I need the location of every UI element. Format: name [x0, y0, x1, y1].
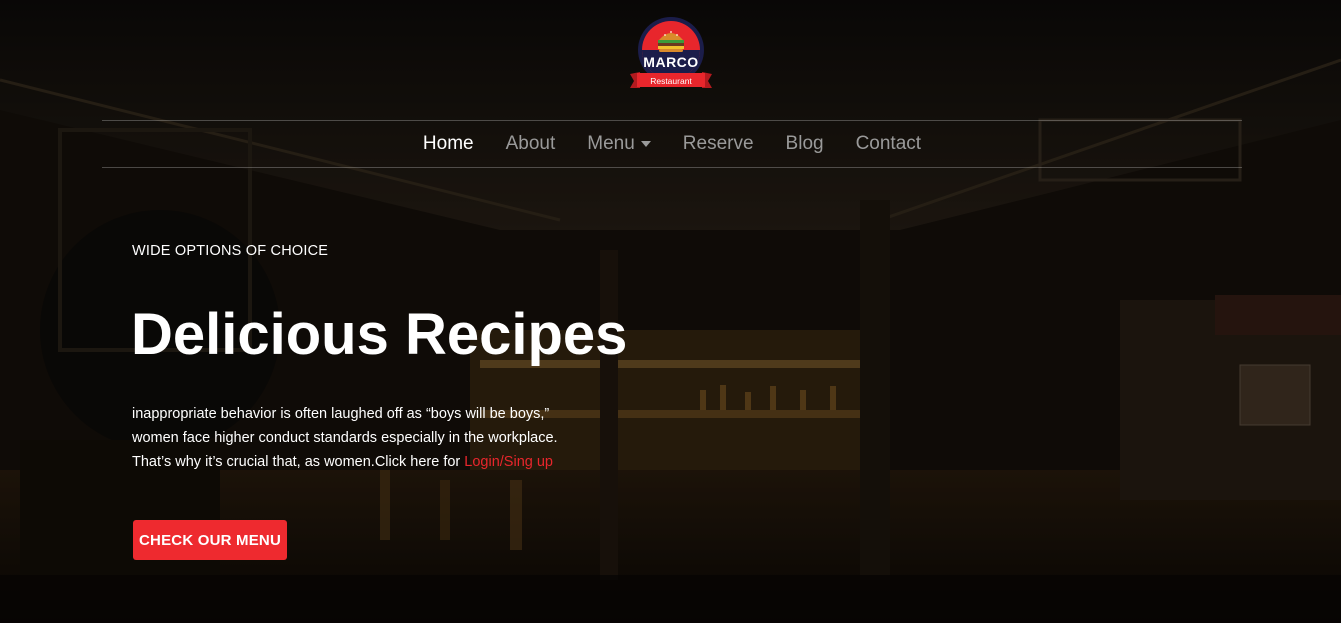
nav-item-label: Menu: [587, 133, 635, 154]
marco-restaurant-logo[interactable]: MARCO Restaurant: [628, 16, 714, 92]
nav-item-label: Reserve: [682, 133, 754, 154]
hero-eyebrow: WIDE OPTIONS OF CHOICE: [132, 243, 329, 259]
logo-tagline: Restaurant: [650, 76, 692, 86]
nav-item-about[interactable]: About: [506, 133, 556, 155]
nav-item-label: Home: [422, 133, 474, 154]
nav-item-contact[interactable]: Contact: [856, 133, 921, 155]
hero-section: MARCO Restaurant Home About Menu Reserve…: [0, 0, 1341, 623]
login-signup-link[interactable]: Login/Sing up: [464, 454, 553, 470]
nav-item-label: About: [505, 133, 556, 154]
nav-item-label: Contact: [855, 133, 922, 154]
nav-item-blog[interactable]: Blog: [786, 133, 824, 155]
logo-name: MARCO: [643, 54, 699, 70]
caret-down-icon: [640, 141, 651, 147]
hero-description-line-1: inappropriate behavior is often laughed …: [132, 406, 550, 422]
hero-description: inappropriate behavior is often laughed …: [132, 402, 652, 474]
hero-description-line-3: That’s why it’s crucial that, as women.C…: [132, 454, 465, 470]
check-our-menu-button[interactable]: CHECK OUR MENU: [133, 520, 287, 560]
nav-item-reserve[interactable]: Reserve: [683, 133, 754, 155]
nav-item-home[interactable]: Home: [423, 133, 474, 155]
hero-title: Delicious Recipes: [131, 302, 628, 367]
main-navigation: Home About Menu Reserve Blog Contact: [102, 120, 1242, 168]
hero-description-line-2: women face higher conduct standards espe…: [132, 430, 558, 446]
nav-item-label: Blog: [785, 133, 824, 154]
nav-item-menu-dropdown[interactable]: Menu: [587, 133, 651, 155]
